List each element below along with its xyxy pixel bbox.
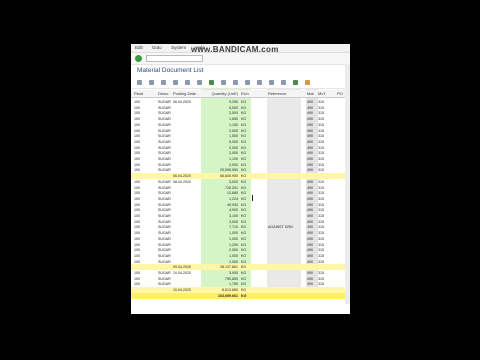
sum-icon[interactable] (185, 79, 190, 85)
sort-ascending-icon[interactable] (149, 79, 154, 85)
print-icon[interactable] (209, 79, 214, 85)
vertical-scrollbar[interactable] (345, 64, 350, 304)
view-icon[interactable] (221, 79, 226, 85)
cell-qty: 103,699.661 (218, 293, 238, 298)
bandicam-watermark: www.BANDICAM.com (191, 45, 279, 54)
header-quantity[interactable]: Quantity (UnE) (201, 90, 238, 97)
toolbar (131, 76, 350, 89)
enter-button[interactable] (135, 55, 142, 62)
menu-item-edit[interactable]: Edit (135, 45, 143, 50)
info-icon[interactable] (305, 79, 310, 85)
header-reference[interactable]: Reference (268, 90, 286, 97)
sap-window: Edit Goto System Help www.BANDICAM.com M… (131, 44, 350, 314)
sort-descending-icon[interactable] (161, 79, 166, 85)
header-po[interactable]: PO (337, 90, 343, 97)
command-field[interactable] (146, 55, 203, 62)
header-unit[interactable]: EUn (241, 90, 249, 97)
filter-icon[interactable] (173, 79, 178, 85)
header-description[interactable]: Descr. (158, 90, 169, 97)
subtotal-icon[interactable] (197, 79, 202, 85)
graphic-icon[interactable] (281, 79, 286, 85)
export-icon[interactable] (233, 79, 238, 85)
excel-icon[interactable] (293, 79, 298, 85)
header-plant[interactable]: Plant (134, 90, 143, 97)
material-document-grid: Plant Descr. Posting Date Quantity (UnE)… (131, 89, 350, 299)
layout-icon[interactable] (245, 79, 250, 85)
header-posting-date[interactable]: Posting Date (173, 90, 196, 97)
choose-layout-icon[interactable] (257, 79, 262, 85)
page-title: Material Document List (137, 67, 204, 74)
grand-total-row[interactable]: 103,699.661 KG (131, 292, 350, 299)
command-bar (131, 53, 350, 65)
details-icon[interactable] (137, 79, 142, 85)
header-movement-type[interactable]: MvT (318, 90, 326, 97)
save-layout-icon[interactable] (269, 79, 274, 85)
grid-header: Plant Descr. Posting Date Quantity (UnE)… (131, 90, 350, 98)
header-material[interactable]: Mat (307, 90, 314, 97)
menu-item-goto[interactable]: Goto (152, 45, 162, 50)
menu-item-system[interactable]: System (171, 45, 186, 50)
cell-uom: KG (241, 293, 247, 298)
